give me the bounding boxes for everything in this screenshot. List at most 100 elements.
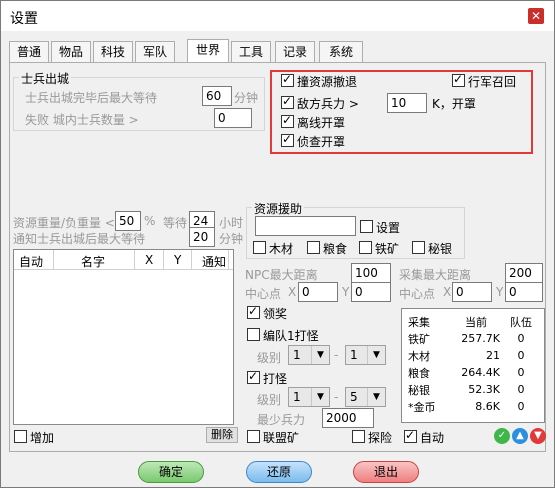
- resource-current: 21: [486, 349, 500, 362]
- delete-button[interactable]: 删除: [206, 427, 238, 443]
- aid-food-checkbox[interactable]: [307, 241, 320, 254]
- table-row: 铁矿 257.7K 0: [406, 330, 540, 347]
- monster-level-from-select[interactable]: 1 ▼: [288, 387, 330, 407]
- aid-group-title: 资源援助: [252, 200, 305, 217]
- alliance-mine-label: 联盟矿: [263, 431, 300, 445]
- offline-shield-checkbox[interactable]: [281, 113, 294, 128]
- header-team: 队伍: [510, 315, 532, 329]
- restore-button[interactable]: 还原: [246, 461, 312, 483]
- reward-checkbox[interactable]: [247, 304, 260, 319]
- fail-count-input[interactable]: 0: [214, 108, 252, 128]
- npc-distance-input[interactable]: 100: [351, 263, 391, 283]
- chevron-down-icon: ▼: [367, 346, 385, 364]
- aid-settings-checkbox[interactable]: [360, 220, 373, 233]
- aid-iron-checkbox[interactable]: [359, 241, 372, 254]
- npc-x-label: X: [288, 285, 297, 299]
- tab-army[interactable]: 军队: [135, 41, 175, 63]
- tab-world[interactable]: 世界: [187, 39, 229, 63]
- team-level-from-select[interactable]: 1 ▼: [288, 345, 330, 365]
- explore-checkbox[interactable]: [352, 430, 365, 443]
- auto-checkbox[interactable]: [404, 428, 417, 443]
- enemy-troops-checkbox[interactable]: [281, 94, 294, 109]
- range-dash: -: [334, 390, 339, 404]
- aid-target-input[interactable]: [255, 216, 356, 236]
- resource-retreat-checkbox[interactable]: [281, 72, 294, 87]
- check-icon[interactable]: ✓: [494, 428, 510, 444]
- alliance-mine-checkbox[interactable]: [247, 430, 260, 443]
- exit-button[interactable]: 退出: [353, 461, 419, 483]
- table-row: 秘银 52.3K 0: [406, 381, 540, 398]
- resource-current: 52.3K: [468, 383, 500, 396]
- chevron-down-icon: ▼: [311, 388, 329, 406]
- col-x[interactable]: X: [145, 253, 153, 267]
- resource-team: 0: [517, 332, 525, 345]
- weight-ratio-unit: %: [144, 214, 156, 228]
- col-divider: [134, 250, 135, 269]
- resource-current: 8.6K: [475, 400, 500, 413]
- march-recall-checkbox[interactable]: [452, 72, 465, 87]
- settings-window: 设置 ✕ 普通 物品 科技 军队 世界 工具 记录 系统 士兵出城 士兵出城完毕…: [0, 0, 555, 488]
- team-monster-checkbox[interactable]: [247, 328, 260, 341]
- monster-level-to-select[interactable]: 5 ▼: [345, 387, 386, 407]
- title-bar: 设置 ✕: [1, 1, 554, 31]
- gather-y-label: Y: [496, 285, 504, 299]
- gather-distance-label: 采集最大距离: [399, 268, 472, 282]
- col-notify[interactable]: 通知: [202, 253, 226, 270]
- team-level-to-select[interactable]: 1 ▼: [345, 345, 386, 365]
- resource-team: 0: [517, 400, 525, 413]
- notify-wait-unit: 分钟: [219, 232, 244, 246]
- table-row: 木材 21 0: [406, 347, 540, 364]
- tab-items[interactable]: 物品: [51, 41, 91, 63]
- weight-wait-unit: 小时: [219, 216, 244, 230]
- tab-system[interactable]: 系统: [319, 41, 363, 63]
- soldier-wait-input[interactable]: 60: [202, 86, 232, 106]
- team-level-from-value: 1: [293, 348, 301, 362]
- aid-wood-checkbox[interactable]: [253, 241, 266, 254]
- weight-ratio-input[interactable]: 50: [115, 211, 141, 231]
- gather-y-input[interactable]: 0: [505, 282, 543, 302]
- col-divider: [53, 250, 54, 269]
- gather-center-label: 中心点: [399, 287, 436, 301]
- header-gather: 采集: [408, 315, 430, 329]
- npc-center-label: 中心点: [245, 287, 282, 301]
- enemy-troops-input[interactable]: 10: [387, 93, 427, 113]
- arrow-up-icon[interactable]: ▲: [512, 428, 528, 444]
- min-troops-input[interactable]: 2000: [322, 408, 374, 428]
- monster-label: 打怪: [263, 372, 288, 386]
- min-troops-label: 最少兵力: [257, 413, 306, 427]
- add-checkbox[interactable]: [14, 430, 27, 443]
- tab-tech[interactable]: 科技: [93, 41, 133, 63]
- scout-shield-checkbox[interactable]: [281, 132, 294, 147]
- arrow-down-icon[interactable]: ▼: [530, 428, 546, 444]
- notify-wait-input[interactable]: 20: [189, 227, 215, 247]
- col-name[interactable]: 名字: [81, 253, 105, 270]
- ok-button[interactable]: 确定: [138, 461, 204, 483]
- monster-checkbox[interactable]: [247, 369, 260, 384]
- auto-label: 自动: [420, 431, 445, 445]
- soldier-wait-label: 士兵出城完毕后最大等待: [25, 91, 158, 105]
- gather-distance-input[interactable]: 200: [505, 263, 543, 283]
- table-row: *金币 8.6K 0: [406, 398, 540, 415]
- chevron-down-icon: ▼: [367, 388, 385, 406]
- target-list[interactable]: [13, 249, 234, 425]
- weight-wait-label: 等待: [163, 216, 188, 230]
- npc-x-input[interactable]: 0: [298, 282, 338, 302]
- range-dash: -: [334, 348, 339, 362]
- tab-records[interactable]: 记录: [275, 41, 315, 63]
- col-y[interactable]: Y: [174, 253, 181, 267]
- gather-x-input[interactable]: 0: [452, 282, 492, 302]
- aid-silver-checkbox[interactable]: [412, 241, 425, 254]
- resource-current: 257.7K: [461, 332, 500, 345]
- close-icon[interactable]: ✕: [528, 8, 544, 24]
- resource-name: 铁矿: [408, 332, 430, 346]
- tab-general[interactable]: 普通: [9, 41, 49, 63]
- aid-wood-label: 木材: [269, 242, 294, 256]
- npc-y-input[interactable]: 0: [351, 282, 391, 302]
- resource-team: 0: [517, 366, 525, 379]
- reward-label: 领奖: [263, 307, 288, 321]
- tab-tools[interactable]: 工具: [231, 41, 271, 63]
- aid-iron-label: 铁矿: [375, 242, 400, 256]
- chevron-down-icon: ▼: [311, 346, 329, 364]
- aid-silver-label: 秘银: [428, 242, 453, 256]
- col-auto[interactable]: 自动: [19, 253, 43, 270]
